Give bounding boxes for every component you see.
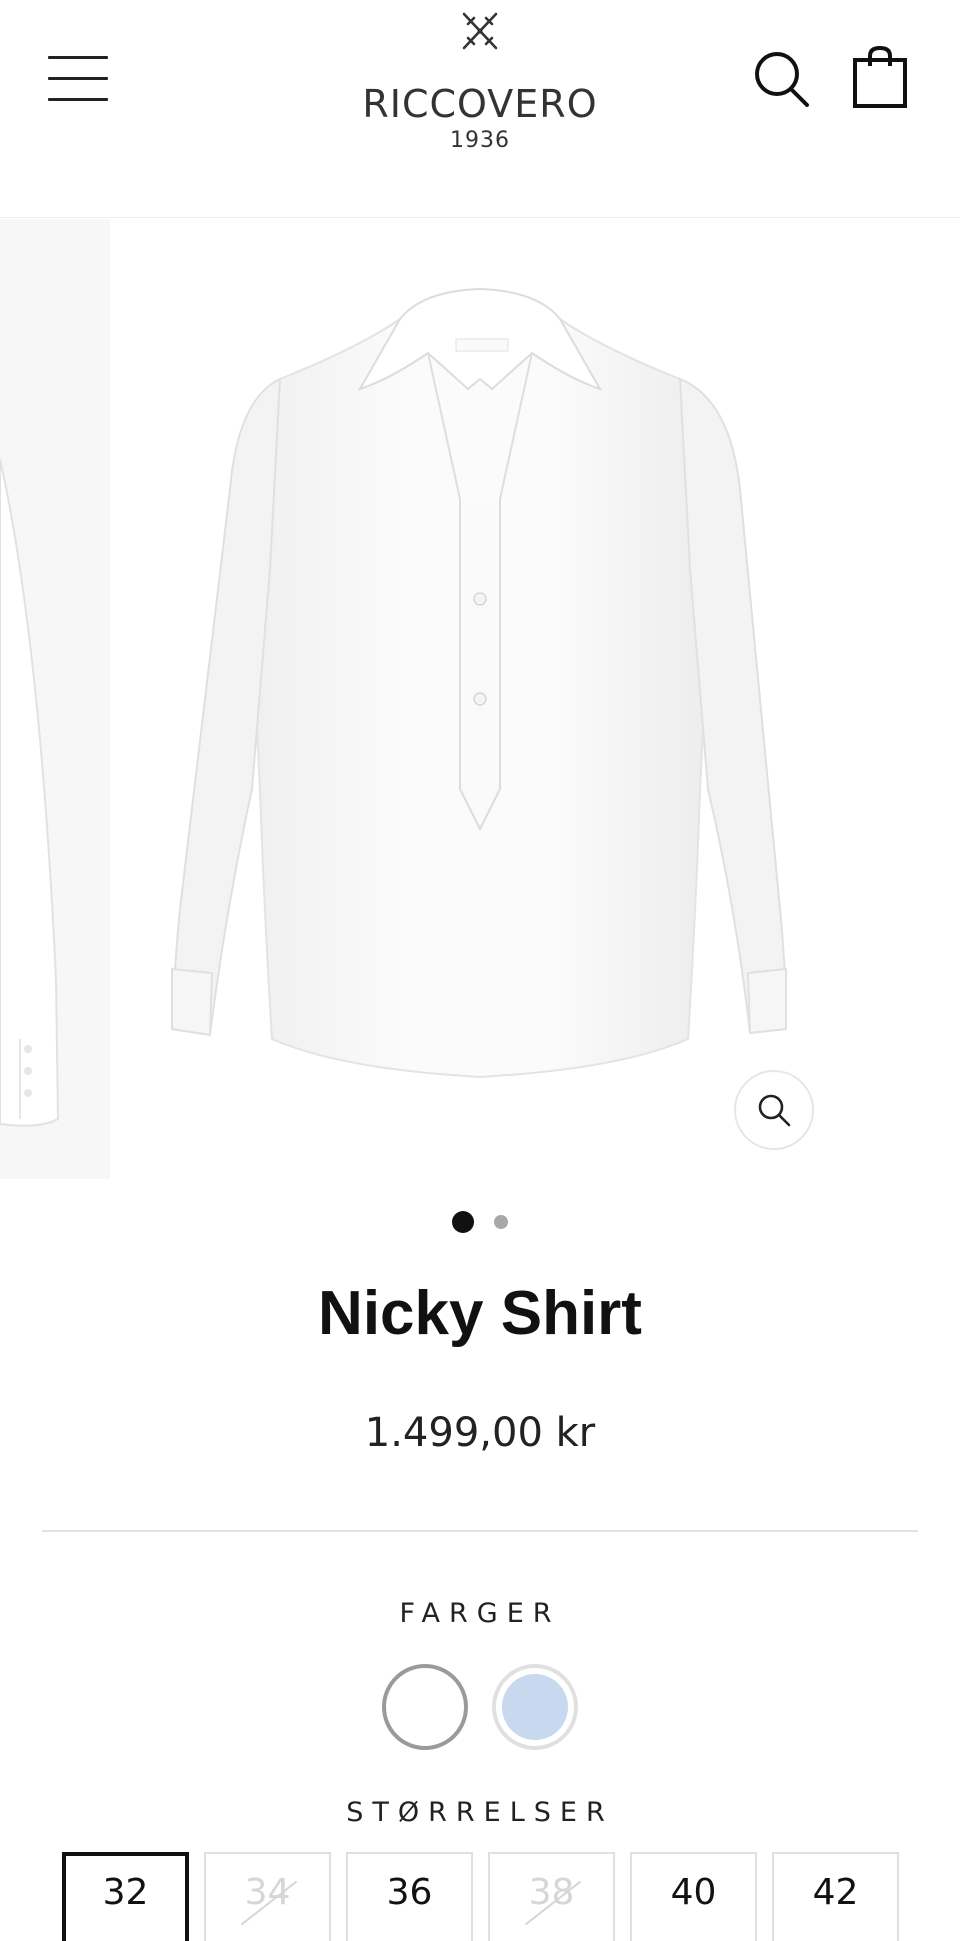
swatch-fill xyxy=(502,1674,568,1740)
gallery-pagination xyxy=(0,1210,960,1234)
product-title: Nicky Shirt xyxy=(318,1279,642,1348)
menu-line xyxy=(48,98,108,101)
previous-slide-peek[interactable] xyxy=(0,219,110,1179)
site-header: RICCOVERO 1936 xyxy=(0,0,960,218)
sizes-label: STØRRELSER xyxy=(346,1797,614,1828)
colors-label: FARGER xyxy=(399,1598,561,1629)
brand-mark-icon xyxy=(462,12,498,50)
size-option-34[interactable]: 34 xyxy=(204,1852,331,1941)
gallery-dot-2[interactable] xyxy=(494,1215,508,1229)
size-label: 42 xyxy=(812,1872,859,1913)
product-gallery[interactable] xyxy=(0,219,960,1179)
hamburger-menu-icon[interactable] xyxy=(48,56,108,102)
brand-year: 1936 xyxy=(450,128,510,153)
size-label: 32 xyxy=(102,1872,149,1913)
gallery-dot-1[interactable] xyxy=(452,1211,474,1233)
color-swatch-white[interactable] xyxy=(382,1664,468,1750)
brand-name: RICCOVERO xyxy=(362,82,598,126)
brand-logo[interactable]: RICCOVERO 1936 xyxy=(330,8,630,158)
size-option-36[interactable]: 36 xyxy=(346,1852,473,1941)
shopping-bag-icon[interactable] xyxy=(852,45,908,110)
size-option-32[interactable]: 32 xyxy=(62,1852,189,1941)
product-price: 1.499,00 kr xyxy=(364,1410,596,1456)
divider xyxy=(42,1530,918,1532)
size-option-38[interactable]: 38 xyxy=(488,1852,615,1941)
size-label: 40 xyxy=(670,1872,717,1913)
color-swatch-light-blue[interactable] xyxy=(492,1664,578,1750)
search-icon[interactable] xyxy=(752,50,812,110)
size-options: 32 34 36 38 40 42 xyxy=(62,1852,902,1941)
zoom-icon[interactable] xyxy=(734,1070,814,1150)
product-image[interactable] xyxy=(160,269,800,1139)
size-label: 36 xyxy=(386,1872,433,1913)
color-swatches xyxy=(0,1664,960,1750)
menu-line xyxy=(48,56,108,59)
size-option-40[interactable]: 40 xyxy=(630,1852,757,1941)
menu-line xyxy=(48,77,108,80)
size-option-42[interactable]: 42 xyxy=(772,1852,899,1941)
